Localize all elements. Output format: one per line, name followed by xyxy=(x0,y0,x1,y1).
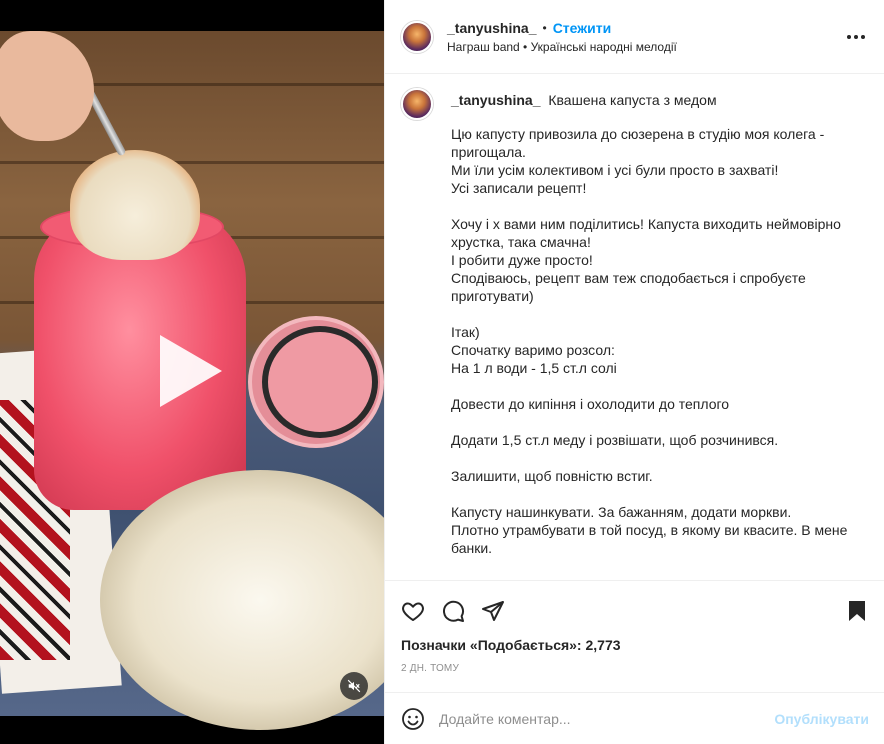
header-line: _tanyushina_ • Стежити xyxy=(447,20,844,36)
caption-avatar[interactable] xyxy=(401,88,433,120)
comment-bubble-icon xyxy=(443,600,464,622)
caption-section: _tanyushina_ Квашена капуста з медом Цю … xyxy=(385,74,884,580)
post-timestamp[interactable]: 2 ДН. ТОМУ xyxy=(385,653,884,674)
comment-input[interactable] xyxy=(439,710,775,727)
like-button[interactable] xyxy=(401,599,425,623)
author-username[interactable]: _tanyushina_ xyxy=(447,20,536,36)
audio-attribution[interactable]: Награш band • Українські народні мелодії xyxy=(447,40,844,54)
caption-paragraph: Довести до кипіння і охолодити до теплог… xyxy=(451,396,730,412)
more-options-button[interactable] xyxy=(844,25,868,49)
follow-button[interactable]: Стежити xyxy=(553,20,612,36)
caption-text: _tanyushina_ Квашена капуста з медом Цю … xyxy=(451,88,869,580)
instagram-post: _tanyushina_ • Стежити Награш band • Укр… xyxy=(0,0,884,744)
paper-plane-icon xyxy=(482,601,504,621)
caption-paragraph: Додати 1,5 ст.л меду і розвішати, щоб ро… xyxy=(451,432,779,448)
caption-username[interactable]: _tanyushina_ xyxy=(451,92,540,108)
heart-icon xyxy=(402,602,424,621)
publish-button[interactable]: Опублікувати xyxy=(774,711,869,727)
bookmark-icon xyxy=(849,601,865,621)
play-icon[interactable] xyxy=(160,335,222,407)
comment-button[interactable] xyxy=(441,599,465,623)
post-details-panel: _tanyushina_ • Стежити Награш band • Укр… xyxy=(384,0,884,744)
jar-lid-inner xyxy=(262,326,378,438)
post-media[interactable] xyxy=(0,0,384,744)
avatar[interactable] xyxy=(401,20,433,53)
save-button[interactable] xyxy=(845,599,869,623)
more-horizontal-icon xyxy=(847,34,865,39)
caption-title-line: _tanyushina_ Квашена капуста з медом xyxy=(451,91,869,109)
mute-button[interactable] xyxy=(340,672,368,700)
emoji-icon[interactable] xyxy=(401,707,425,731)
separator-dot: • xyxy=(542,20,547,35)
action-icons-row xyxy=(385,581,884,631)
add-comment-bar: Опублікувати xyxy=(385,692,884,744)
cabbage-on-fork xyxy=(70,150,200,260)
muted-speaker-icon xyxy=(347,679,361,693)
caption-paragraph: Цю капусту привозила до сюзерена в студі… xyxy=(451,126,825,196)
caption-paragraph: Ітак) Спочатку варимо розсол: На 1 л вод… xyxy=(451,324,617,376)
wood-plank-line xyxy=(0,161,384,164)
caption-title: Квашена капуста з медом xyxy=(548,92,717,108)
post-header: _tanyushina_ • Стежити Награш band • Укр… xyxy=(385,0,884,74)
caption-paragraph: Капусту нашинкувати. За бажанням, додати… xyxy=(451,504,848,556)
header-text: _tanyushina_ • Стежити Награш band • Укр… xyxy=(447,20,844,54)
caption-paragraph: Хочу і х вами ним поділитись! Капуста ви… xyxy=(451,216,841,304)
caption-paragraph: Залишити, щоб повністю встиг. xyxy=(451,468,653,484)
share-button[interactable] xyxy=(481,599,505,623)
likes-count[interactable]: Позначки «Подобається»: 2,773 xyxy=(385,631,884,653)
post-actions: Позначки «Подобається»: 2,773 2 ДН. ТОМУ xyxy=(385,580,884,692)
